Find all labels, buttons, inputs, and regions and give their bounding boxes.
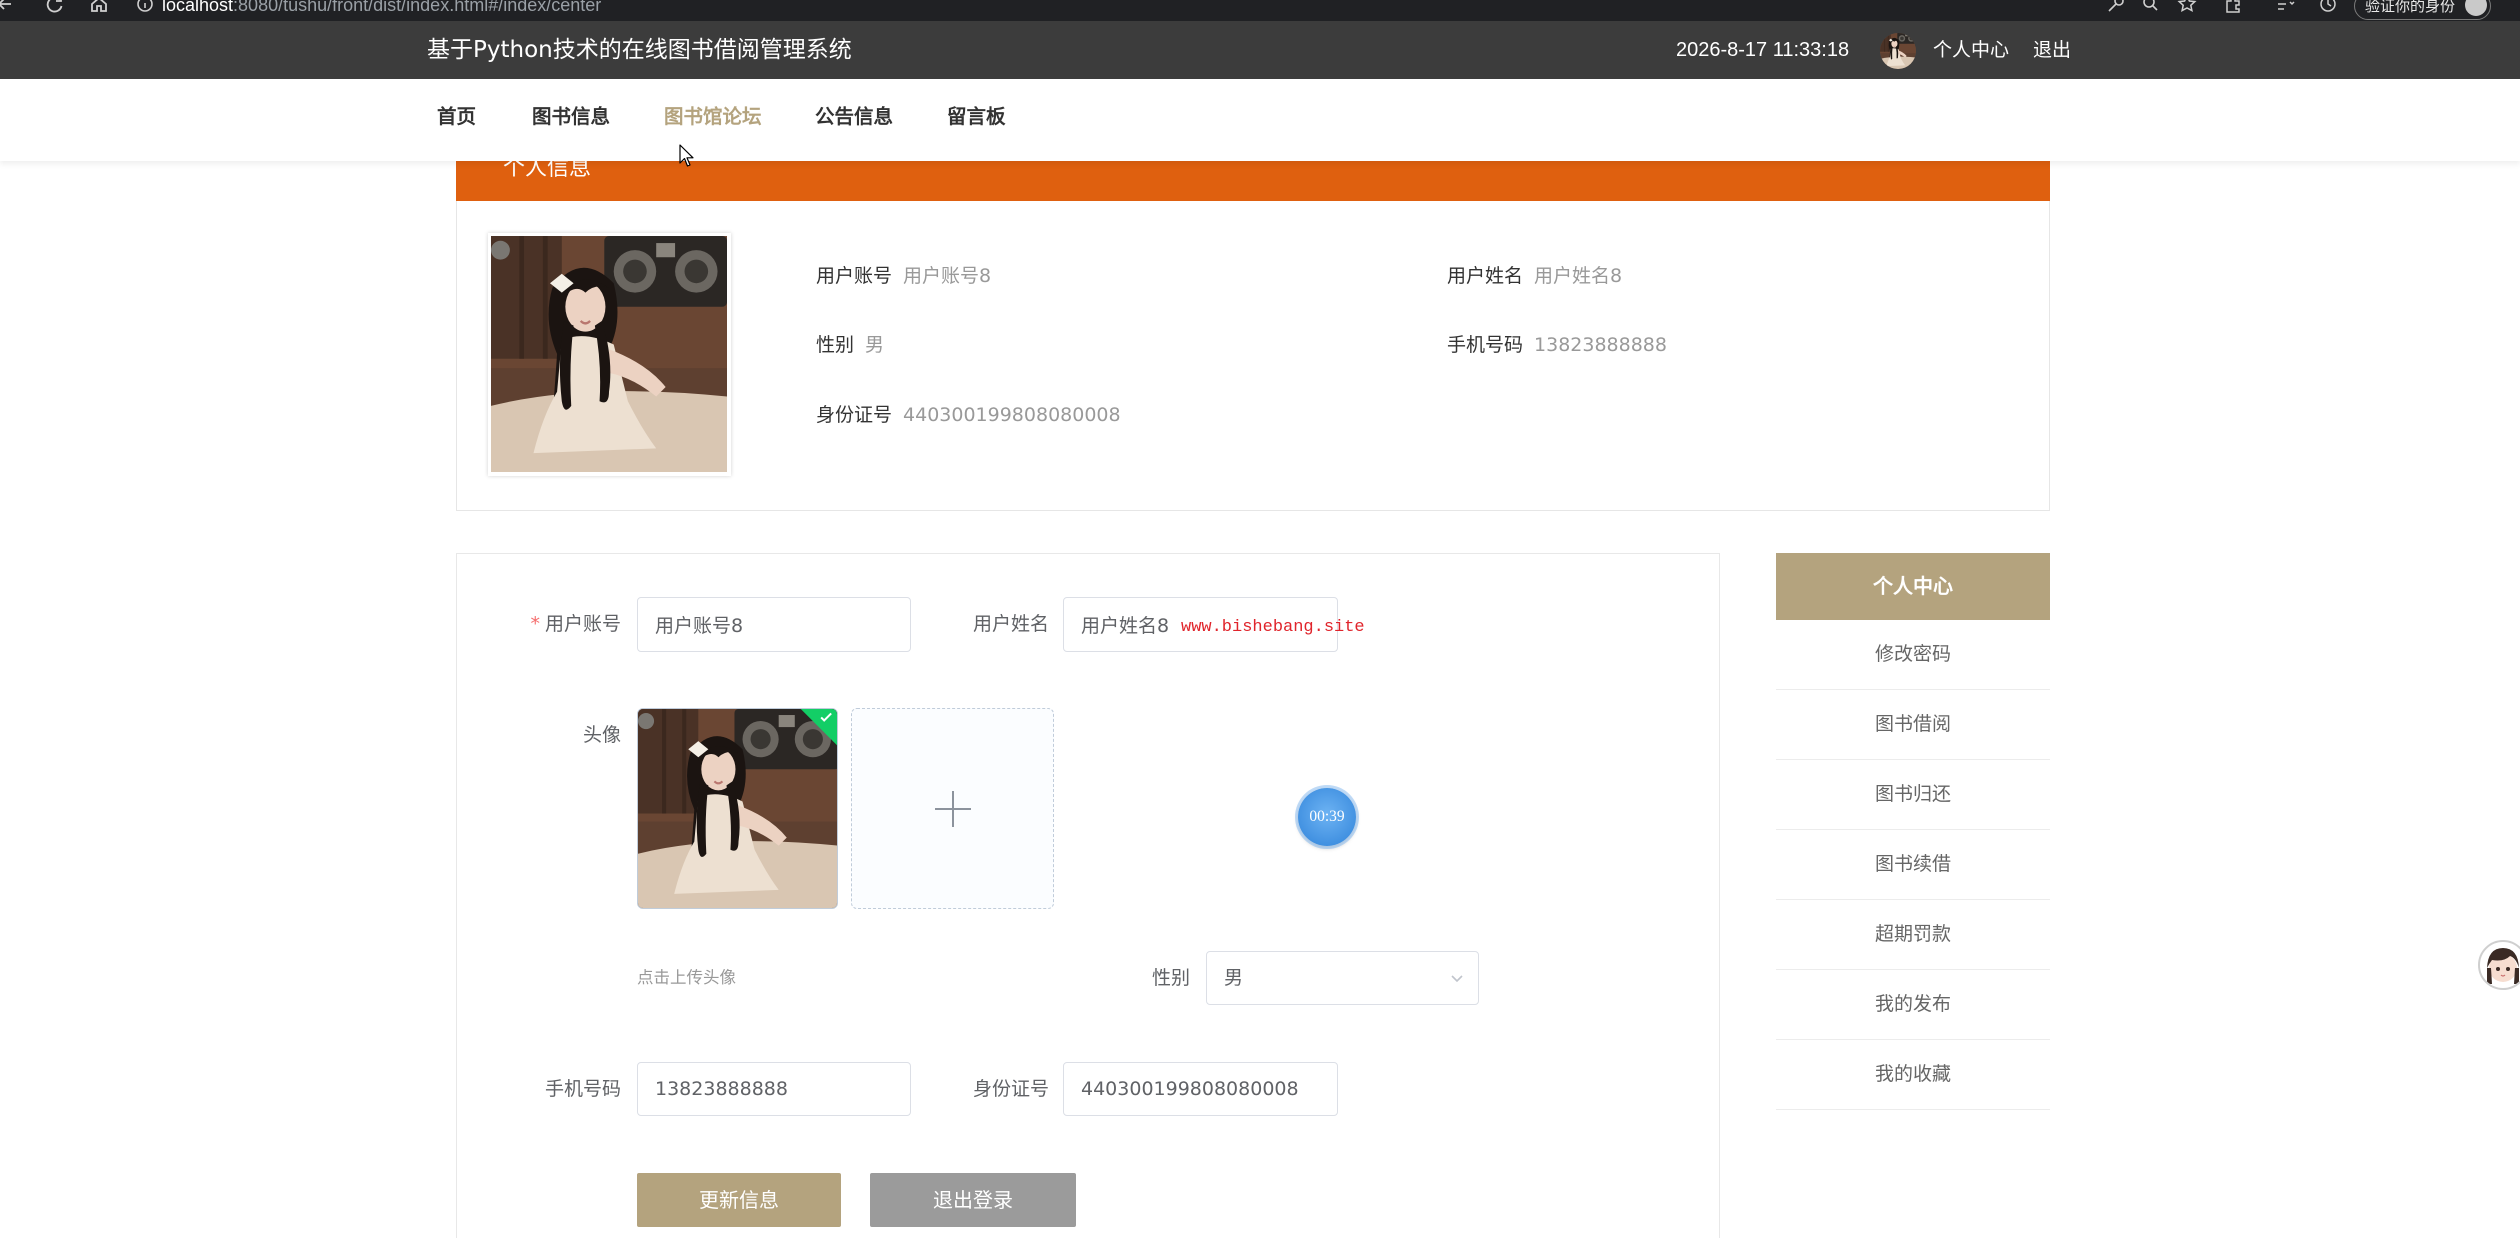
logout-button[interactable]: 退出登录 — [870, 1173, 1076, 1227]
profile-field-phone: 手机号码 13823888888 — [1447, 330, 1667, 360]
zoom-icon[interactable] — [2139, 0, 2161, 15]
gender-label: 性别 — [1151, 967, 1190, 989]
user-avatar[interactable] — [1880, 33, 1916, 69]
sidebar-item-overdue-fines[interactable]: 超期罚款 — [1776, 900, 2050, 970]
avatar-image — [1880, 33, 1916, 69]
browser-profile-label: 验证你的身份 — [2365, 0, 2456, 15]
nav-item-books[interactable]: 图书信息 — [532, 79, 610, 155]
main-nav: 首页 图书信息 图书馆论坛 公告信息 留言板 — [0, 79, 2520, 161]
mouse-cursor-icon — [679, 144, 694, 167]
sidebar-item-book-renew[interactable]: 图书续借 — [1776, 830, 2050, 900]
profile-edit-form: *用户账号 用户姓名 www.bishebang.site 头像 00:39 点… — [456, 553, 1720, 1238]
id-card-input[interactable] — [1063, 1062, 1338, 1116]
sidebar-item-book-borrow[interactable]: 图书借阅 — [1776, 690, 2050, 760]
field-value: 用户账号8 — [903, 265, 992, 287]
check-icon — [820, 712, 832, 722]
nav-item-message-board[interactable]: 留言板 — [947, 79, 1006, 155]
uploaded-avatar-thumbnail[interactable] — [637, 708, 838, 909]
star-icon[interactable] — [2176, 0, 2198, 15]
current-datetime: 2026-8-17 11:33:18 — [1676, 39, 1850, 61]
phone-input[interactable] — [637, 1062, 911, 1116]
site-header: 基于Python技术的在线图书借阅管理系统 2026-8-17 11:33:18… — [0, 21, 2520, 79]
sidebar-title[interactable]: 个人中心 — [1776, 553, 2050, 620]
field-label: 性别 — [816, 334, 855, 356]
gender-select-value: 男 — [1224, 967, 1244, 989]
site-title: 基于Python技术的在线图书借阅管理系统 — [427, 37, 852, 63]
browser-profile-avatar — [2465, 0, 2487, 16]
id-card-label: 身份证号 — [972, 1078, 1049, 1100]
account-label-text: 用户账号 — [544, 613, 621, 635]
profile-field-id-card: 身份证号 440300199808080008 — [816, 400, 1121, 430]
plus-icon — [934, 790, 971, 827]
home-icon[interactable] — [88, 0, 110, 15]
avatar-upload-hint: 点击上传头像 — [637, 968, 736, 987]
field-label: 用户账号 — [816, 265, 893, 287]
account-label: * 用户账号 — [491, 609, 621, 639]
profile-field-account: 用户账号 用户账号8 — [816, 261, 991, 291]
logout-link[interactable]: 退出 — [2033, 21, 2071, 79]
key-icon[interactable] — [2105, 0, 2127, 15]
arrow-left-icon[interactable] — [0, 0, 16, 15]
gender-select[interactable]: 男 — [1206, 951, 1479, 1005]
sidebar-item-book-return[interactable]: 图书归还 — [1776, 760, 2050, 830]
refresh-icon[interactable] — [44, 0, 66, 15]
profile-info-card: 用户账号 用户账号8 用户姓名 用户姓名8 性别男 手机号码 13823888888 … — [456, 201, 2050, 511]
sidebar-item-my-posts[interactable]: 我的发布 — [1776, 970, 2050, 1040]
profile-avatar — [488, 233, 731, 476]
avatar-image — [491, 236, 727, 472]
chevron-down-icon — [1451, 975, 1463, 983]
user-center-sidebar: 个人中心 修改密码 图书借阅 图书归还 图书续借 超期罚款 我的发布 我的收藏 — [1776, 553, 2050, 1110]
name-label: 用户姓名 — [972, 613, 1049, 635]
recording-timer[interactable]: 00:39 — [1298, 788, 1356, 846]
update-info-button[interactable]: 更新信息 — [637, 1173, 841, 1227]
assistant-avatar-icon — [2478, 940, 2520, 990]
profile-field-name: 用户姓名 用户姓名8 — [1447, 261, 1622, 291]
info-icon[interactable] — [134, 0, 156, 15]
browser-profile-button[interactable]: 验证你的身份 — [2354, 0, 2491, 20]
required-mark: * — [530, 613, 540, 635]
account-input[interactable] — [637, 597, 911, 652]
nav-item-home[interactable]: 首页 — [437, 79, 476, 155]
field-label: 身份证号 — [816, 404, 893, 426]
avatar-image — [638, 709, 838, 909]
sidebar-item-my-favorites[interactable]: 我的收藏 — [1776, 1040, 2050, 1110]
url-host: localhost — [162, 0, 234, 15]
address-bar-url[interactable]: localhost:8080/tushu/front/dist/index.ht… — [162, 0, 601, 18]
watermark-text: www.bishebang.site — [1181, 618, 1365, 637]
field-value: 男 — [865, 334, 885, 356]
field-label: 用户姓名 — [1447, 265, 1524, 287]
extensions-icon[interactable] — [2222, 0, 2244, 15]
url-path: :8080/tushu/front/dist/index.html#/index… — [233, 0, 602, 15]
avatar-label: 头像 — [582, 724, 621, 746]
field-label: 手机号码 — [1447, 334, 1524, 356]
floating-assistant[interactable] — [2476, 938, 2520, 992]
user-center-link[interactable]: 个人中心 — [1933, 21, 2009, 79]
sidebar-item-change-password[interactable]: 修改密码 — [1776, 620, 2050, 690]
field-value: 440300199808080008 — [903, 404, 1121, 426]
avatar-upload-button[interactable] — [851, 708, 1054, 909]
history-icon[interactable] — [2317, 0, 2339, 15]
phone-label: 手机号码 — [544, 1078, 621, 1100]
field-value: 13823888888 — [1534, 334, 1667, 356]
favorites-icon[interactable] — [2274, 0, 2296, 15]
browser-toolbar: localhost:8080/tushu/front/dist/index.ht… — [0, 0, 2520, 21]
profile-field-gender: 性别男 — [816, 330, 884, 360]
nav-item-announcements[interactable]: 公告信息 — [815, 79, 893, 155]
field-value: 用户姓名8 — [1534, 265, 1623, 287]
